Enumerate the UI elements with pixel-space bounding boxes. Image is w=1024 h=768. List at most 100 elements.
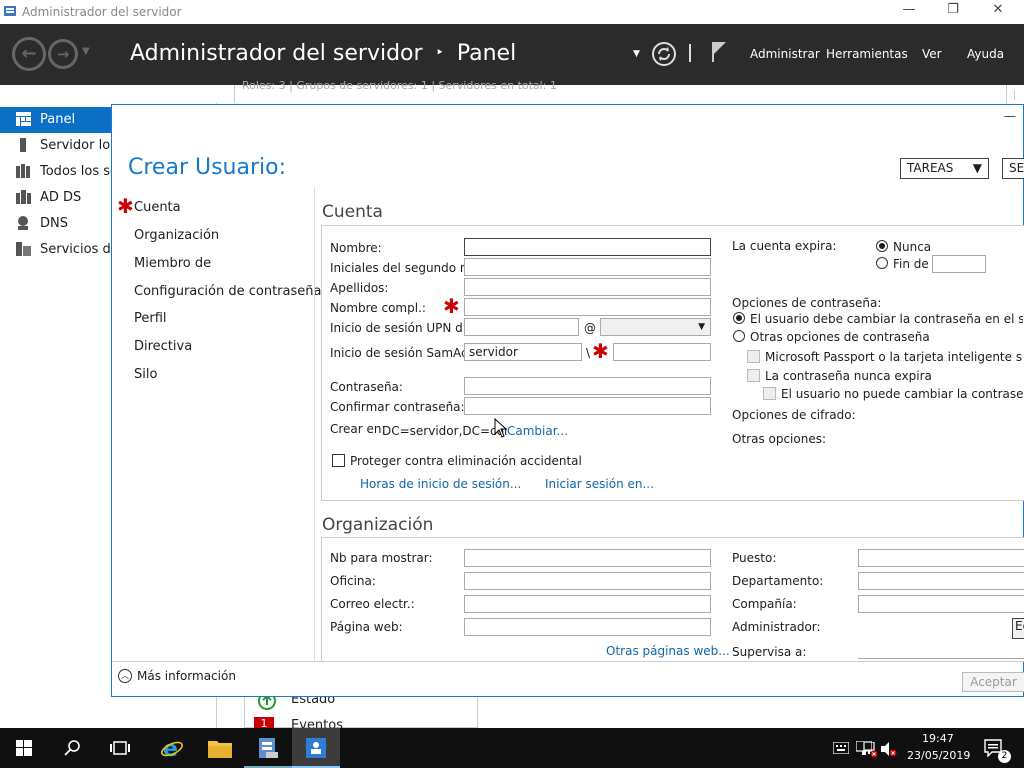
password-label: Contraseña: — [330, 380, 403, 394]
sam-account-input[interactable] — [613, 343, 711, 361]
job-title-input[interactable] — [858, 549, 1024, 567]
svg-text:e: e — [163, 737, 178, 760]
full-name-input[interactable] — [464, 298, 711, 316]
minimize-button[interactable]: — — [894, 2, 924, 22]
clock-date[interactable]: 23/05/2019 — [907, 749, 970, 762]
nav-cuenta[interactable]: Cuenta — [134, 200, 181, 215]
chevron-up-icon[interactable]: ︿ — [118, 669, 132, 683]
menu-administrar[interactable]: Administrar — [750, 47, 820, 61]
search-button[interactable] — [48, 728, 96, 768]
refresh-dropdown-icon[interactable]: ▼ — [633, 49, 640, 59]
keyboard-icon[interactable] — [833, 742, 849, 754]
close-button[interactable]: ✕ — [983, 2, 1013, 22]
notifications-flag-icon[interactable] — [710, 40, 728, 64]
end-of-radio[interactable] — [876, 257, 888, 269]
cannot-change-checkbox[interactable] — [763, 387, 776, 400]
accept-label: Aceptar — [970, 675, 1017, 689]
logon-to-link[interactable]: Iniciar sesión en... — [545, 477, 654, 491]
never-label: Nunca — [893, 240, 932, 254]
sam-domain-input[interactable]: servidor — [464, 343, 582, 361]
direct-reports-list[interactable] — [858, 658, 1024, 659]
internet-explorer-button[interactable]: e — [148, 728, 196, 768]
history-dropdown-icon[interactable]: ▼ — [82, 46, 90, 57]
email-input[interactable] — [464, 595, 711, 613]
nav-silo[interactable]: Silo — [134, 367, 157, 382]
nav-miembro-de[interactable]: Miembro de — [134, 256, 211, 271]
full-name-label: Nombre compl.: — [330, 301, 426, 315]
maximize-button[interactable]: ❐ — [938, 2, 968, 22]
upn-domain-select[interactable]: ▼ — [600, 318, 711, 336]
never-expires-checkbox[interactable] — [747, 369, 760, 382]
manager-edit-label: Editar... — [1015, 619, 1024, 633]
nav-organizacion[interactable]: Organización — [134, 228, 219, 243]
manager-label: Administrador: — [732, 620, 821, 634]
confirm-password-label: Confirmar contraseña: — [330, 400, 465, 414]
confirm-password-input[interactable] — [464, 397, 711, 415]
tasks-dropdown[interactable]: TAREAS ▼ — [900, 158, 989, 179]
nav-directiva[interactable]: Directiva — [134, 339, 192, 354]
server-manager-icon — [259, 738, 278, 758]
server-manager-taskbar-button[interactable] — [244, 728, 292, 768]
sam-separator: \ — [586, 346, 591, 360]
company-input[interactable] — [858, 595, 1024, 613]
menu-ver[interactable]: Ver — [922, 47, 942, 61]
forward-button[interactable]: → — [48, 39, 78, 69]
server-icon — [20, 138, 26, 152]
task-view-icon — [110, 741, 130, 755]
bg-panel-edge — [1014, 90, 1024, 100]
display-name-input[interactable] — [464, 549, 711, 567]
last-name-input[interactable] — [464, 278, 711, 296]
office-input[interactable] — [464, 572, 711, 590]
sidebar-item-label: AD DS — [40, 190, 82, 205]
breadcrumb-root: Administrador del servidor — [130, 41, 423, 66]
email-label: Correo electr.: — [330, 597, 415, 611]
cannot-change-label: El usuario no puede cambiar la contraseñ… — [781, 387, 1024, 401]
must-change-radio[interactable] — [733, 312, 745, 324]
other-web-pages-link[interactable]: Otras páginas web... — [606, 644, 730, 658]
expiry-date-input[interactable] — [932, 255, 986, 273]
breadcrumb-separator: ‣ — [435, 45, 444, 61]
accept-button[interactable]: Aceptar — [962, 672, 1024, 692]
file-explorer-button[interactable] — [196, 728, 244, 768]
task-view-button[interactable] — [96, 728, 144, 768]
web-page-input[interactable] — [464, 618, 711, 636]
logon-hours-link[interactable]: Horas de inicio de sesión... — [360, 477, 521, 491]
events-label: Eventos — [291, 718, 343, 728]
never-expires-label: La contraseña nunca expira — [765, 369, 932, 383]
protect-deletion-checkbox[interactable] — [332, 454, 345, 467]
end-of-label: Fin de — [893, 257, 929, 271]
password-options-label: Opciones de contraseña: — [732, 296, 882, 310]
never-expires-radio[interactable] — [876, 240, 888, 252]
display-name-label: Nb para mostrar: — [330, 551, 433, 565]
refresh-icon[interactable] — [651, 41, 677, 67]
nav-perfil[interactable]: Perfil — [134, 311, 167, 326]
summary-text: Roles: 3 | Grupos de servidores: 1 | Ser… — [242, 79, 557, 92]
nav-configuracion-contrasena[interactable]: Configuración de contraseña — [134, 284, 321, 299]
account-section: Nombre: Iniciales del segundo n... Apell… — [321, 225, 1024, 501]
notification-count-badge: 2 — [998, 750, 1011, 763]
dashboard-summary-strip: Roles: 3 | Grupos de servidores: 1 | Ser… — [216, 79, 1024, 103]
dialog-minimize-button[interactable]: — — [1004, 109, 1016, 123]
change-container-link[interactable]: Cambiar... — [507, 424, 569, 438]
menu-ayuda[interactable]: Ayuda — [967, 47, 1004, 61]
back-button[interactable]: ← — [12, 37, 46, 71]
first-name-input[interactable] — [464, 238, 711, 256]
upn-input[interactable] — [464, 318, 579, 336]
ad-admin-center-taskbar-button[interactable] — [292, 728, 340, 768]
sections-dropdown[interactable]: SECCIONES — [1002, 158, 1024, 179]
manager-edit-button[interactable]: Editar... — [1012, 618, 1024, 639]
network-icon[interactable] — [858, 742, 878, 758]
department-input[interactable] — [858, 572, 1024, 590]
start-button[interactable] — [0, 728, 48, 768]
initials-input[interactable] — [464, 258, 711, 276]
window-title: Administrador del servidor — [22, 5, 182, 19]
clock-time[interactable]: 19:47 — [922, 732, 954, 745]
breadcrumb: Administrador del servidor ‣ Panel — [130, 41, 516, 66]
passport-checkbox[interactable] — [747, 350, 760, 363]
password-input[interactable] — [464, 377, 711, 395]
required-icon: ✱ — [592, 339, 609, 363]
menu-herramientas[interactable]: Herramientas — [826, 47, 908, 61]
volume-muted-icon[interactable] — [880, 741, 898, 757]
more-info-toggle[interactable]: Más información — [137, 669, 236, 683]
other-options-radio[interactable] — [733, 330, 745, 342]
